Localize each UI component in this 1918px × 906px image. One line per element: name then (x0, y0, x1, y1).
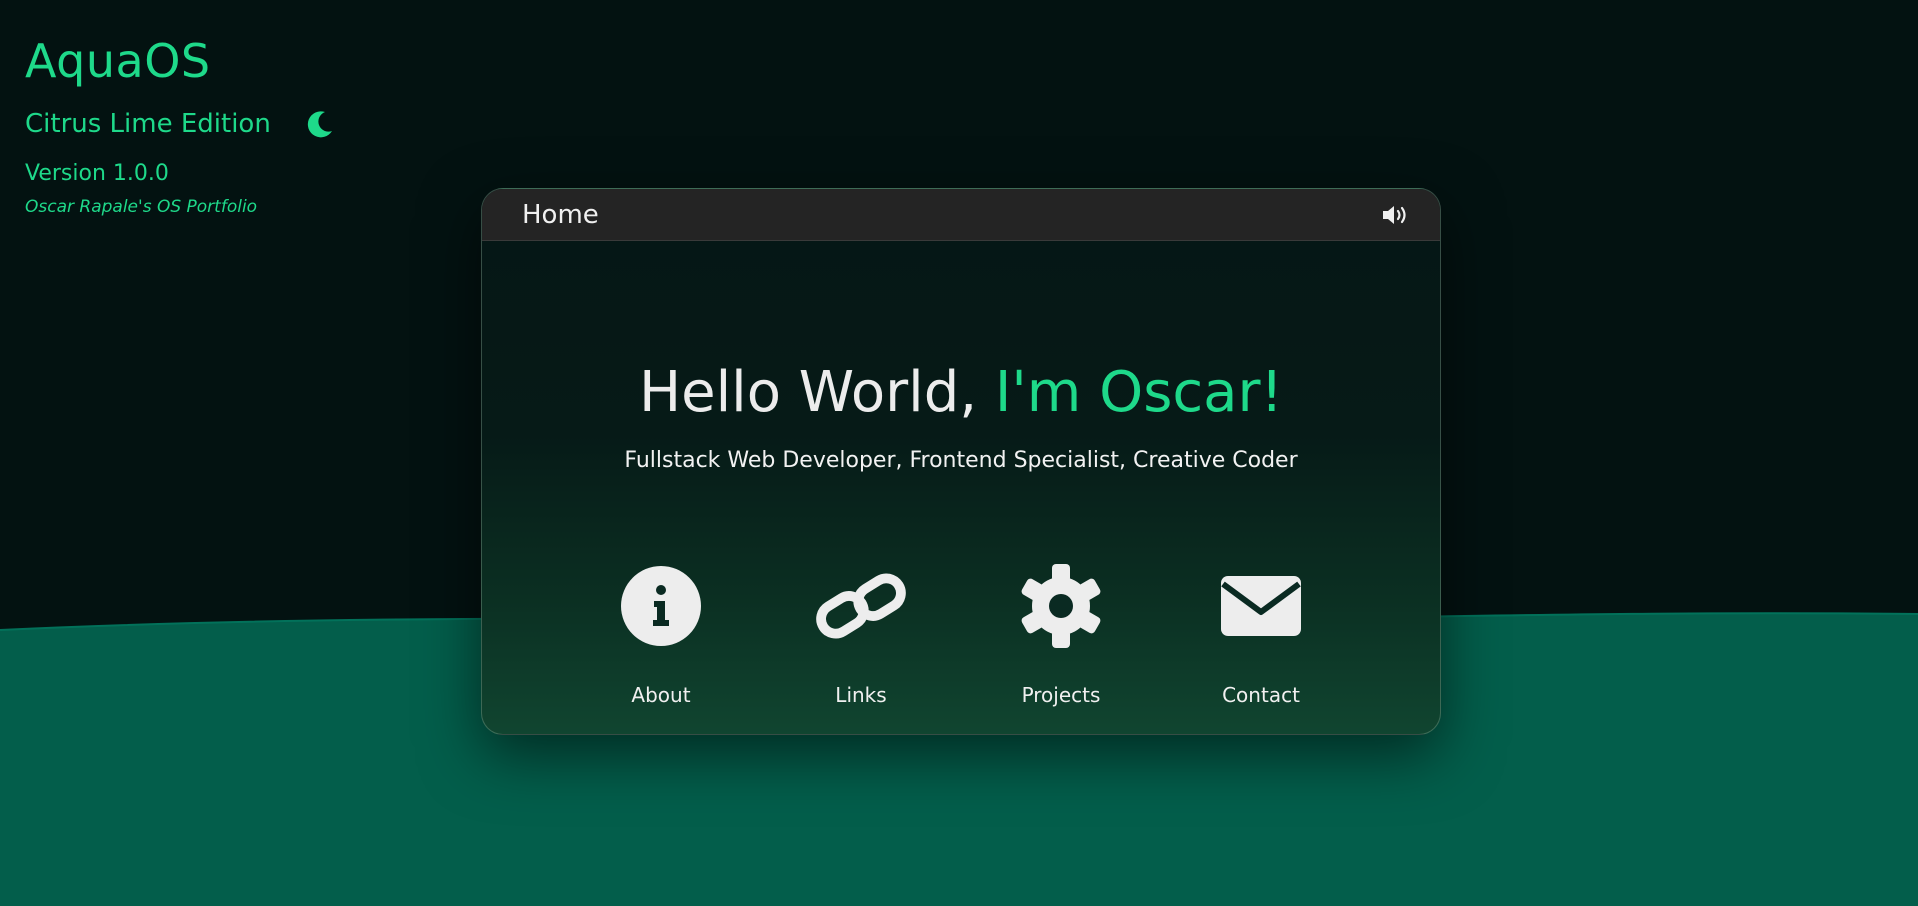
app-links[interactable]: Links (781, 561, 941, 707)
app-about[interactable]: About (581, 561, 741, 707)
envelope-icon (1216, 561, 1306, 651)
window-title: Home (522, 199, 599, 230)
version-label: Version 1.0.0 (25, 161, 169, 186)
brand-panel: AquaOS Citrus Lime Edition Version 1.0.0… (25, 34, 335, 218)
portfolio-tagline: Oscar Rapale's OS Portfolio (25, 197, 258, 217)
app-projects-label: Projects (1021, 683, 1101, 707)
link-icon (816, 561, 906, 651)
moon-icon[interactable] (305, 109, 335, 139)
speaker-volume-icon[interactable] (1380, 200, 1410, 230)
home-window: Home Hello World, I'm Oscar! Fullstack W… (481, 188, 1441, 735)
app-about-label: About (631, 683, 691, 707)
edition-label: Citrus Lime Edition (25, 109, 271, 139)
app-contact[interactable]: Contact (1181, 561, 1341, 707)
hero-section: Hello World, I'm Oscar! Fullstack Web De… (482, 361, 1440, 475)
info-icon (616, 561, 706, 651)
hero-subtitle: Fullstack Web Developer, Frontend Specia… (624, 448, 1298, 473)
app-projects[interactable]: Projects (981, 561, 1141, 707)
app-launcher: About Links Projects Contact (482, 561, 1440, 721)
app-links-label: Links (835, 683, 887, 707)
hero-greeting: Hello World, (639, 360, 995, 425)
window-titlebar[interactable]: Home (482, 189, 1440, 241)
gear-icon (1016, 561, 1106, 651)
hero-name: I'm Oscar! (994, 360, 1283, 425)
hero-heading: Hello World, I'm Oscar! (482, 361, 1440, 425)
os-title: AquaOS (25, 34, 211, 88)
edition-row: Citrus Lime Edition (25, 108, 335, 140)
app-contact-label: Contact (1222, 683, 1300, 707)
